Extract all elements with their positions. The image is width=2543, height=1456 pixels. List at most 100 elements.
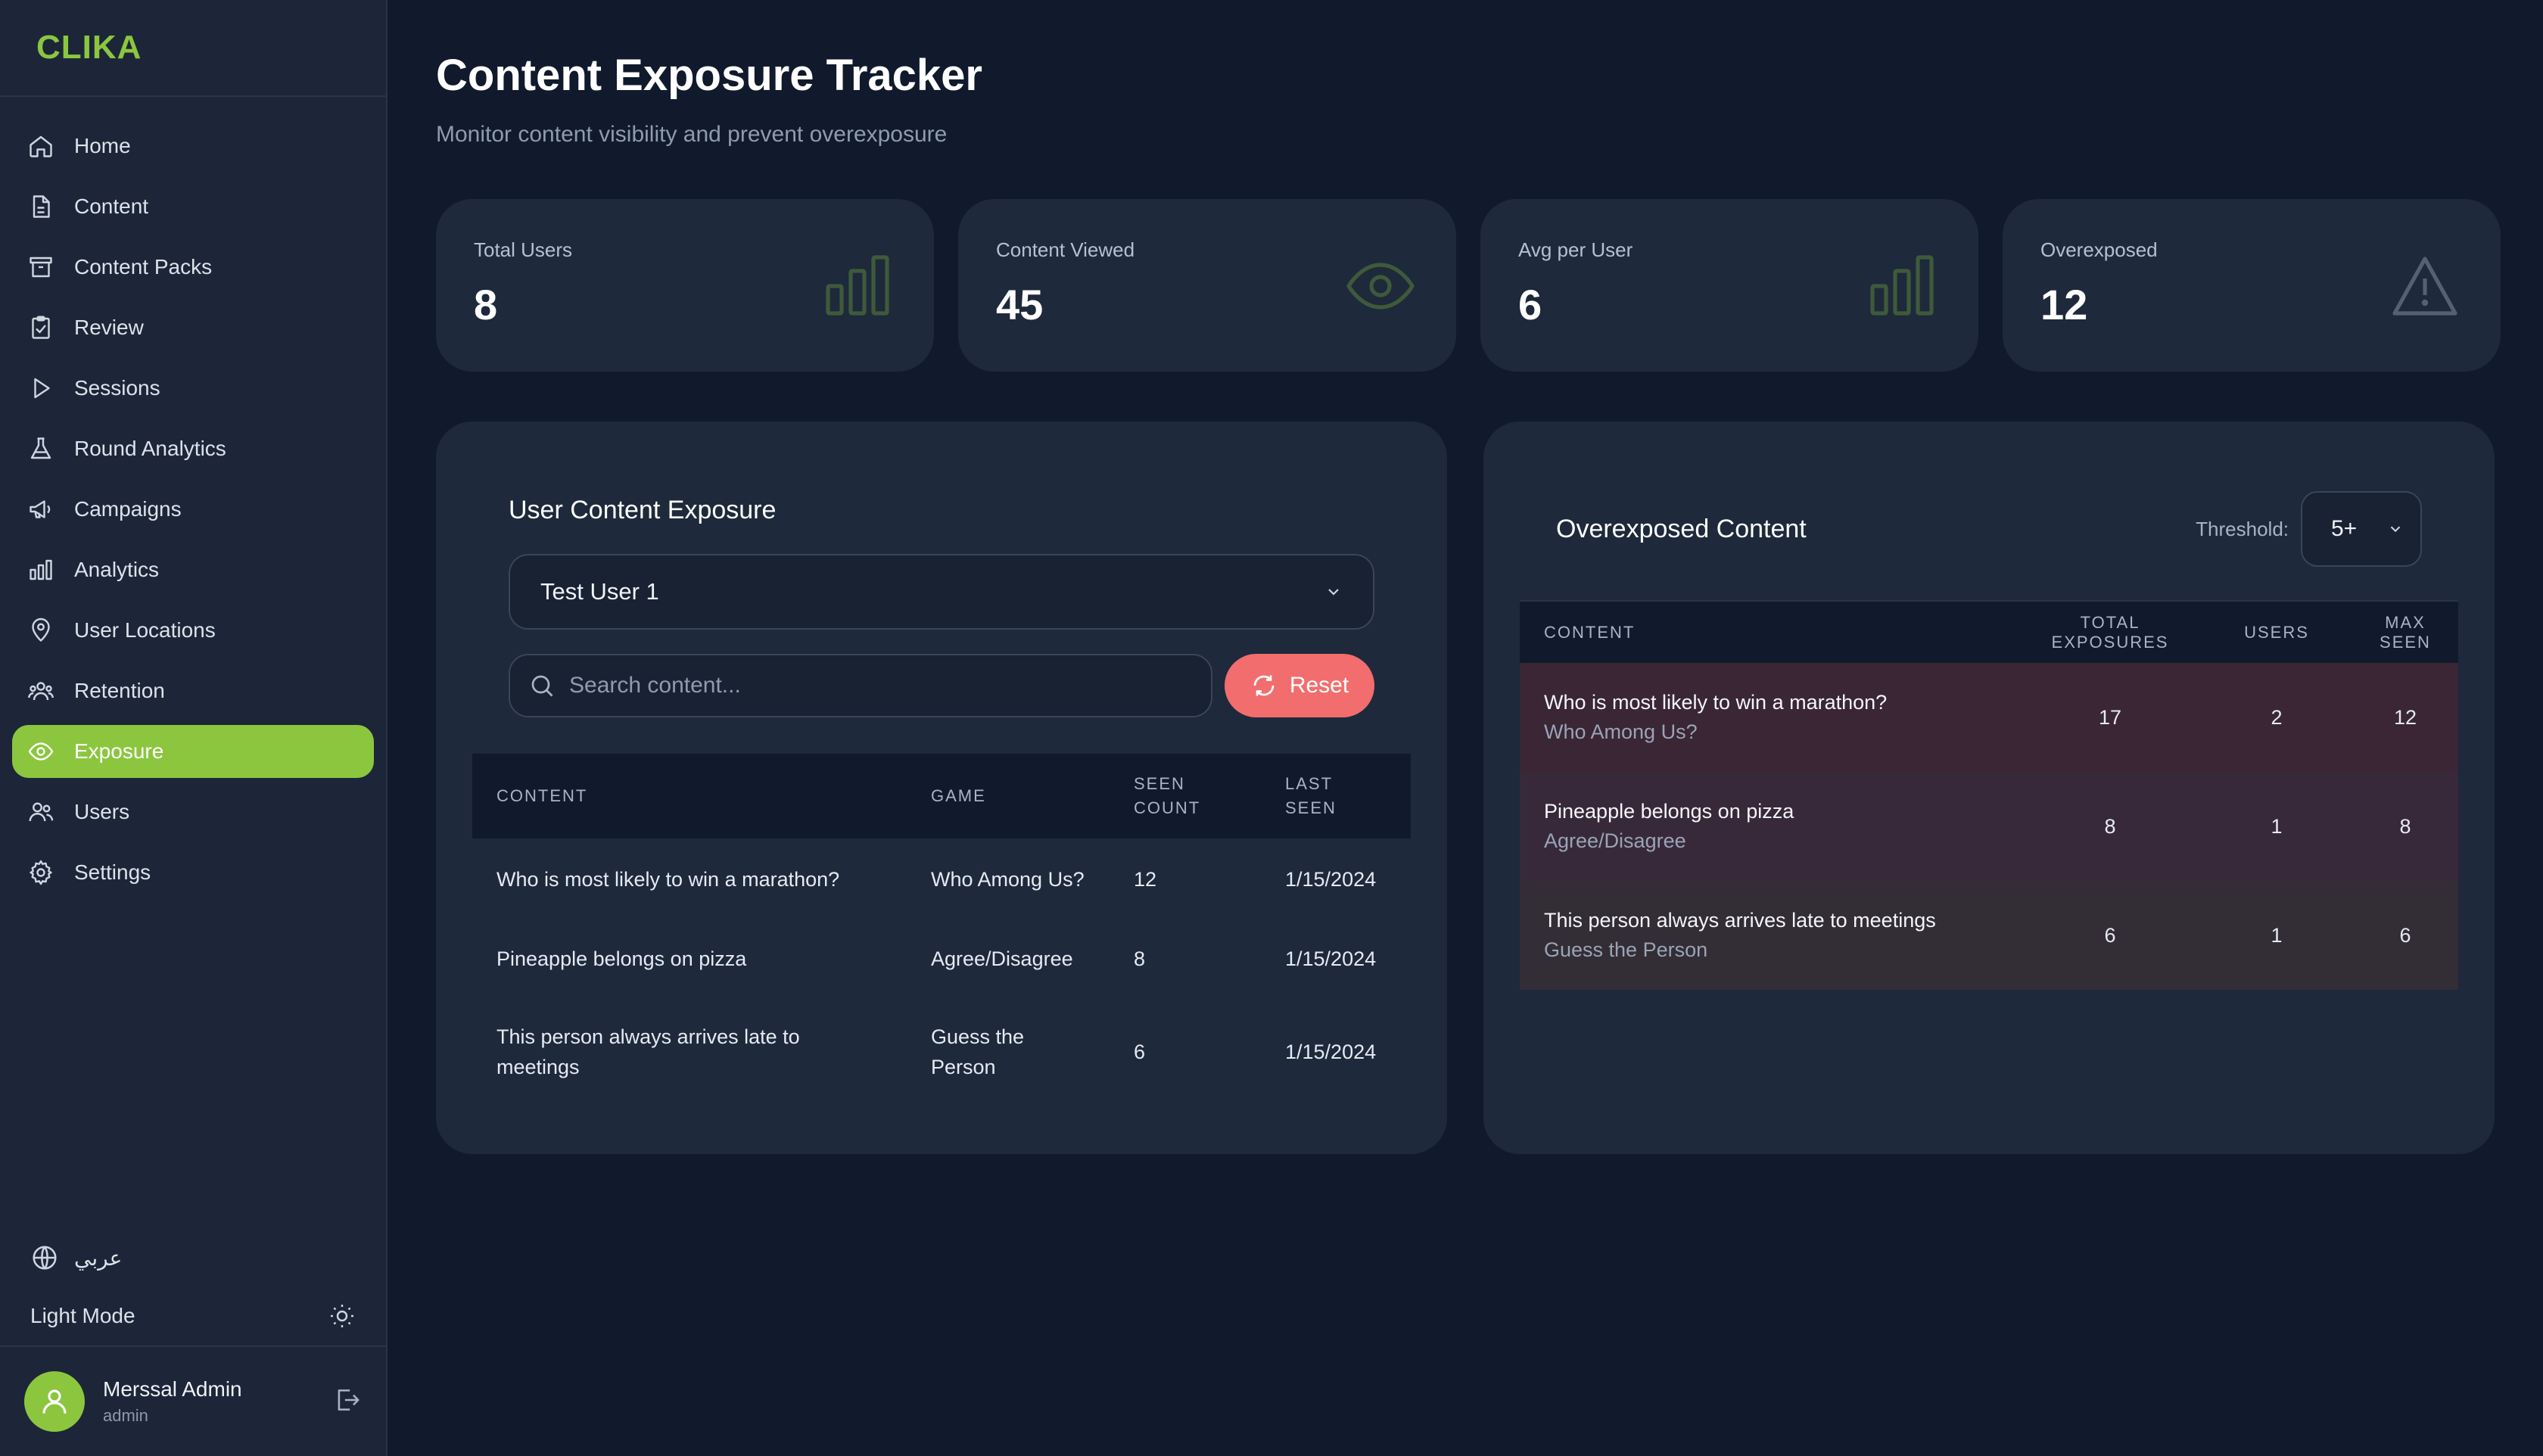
- sidebar-item-content-packs[interactable]: Content Packs: [12, 241, 374, 294]
- cell-last-seen: 1/15/2024: [1285, 1041, 1377, 1063]
- archive-icon: [26, 252, 56, 282]
- user-select[interactable]: Test User 1: [509, 554, 1374, 630]
- column-header-users[interactable]: USERS: [2201, 600, 2352, 663]
- flask-icon: [26, 434, 56, 464]
- cell-game: Who Among Us?: [931, 868, 1085, 891]
- sidebar-item-label: Campaigns: [74, 497, 182, 521]
- refresh-icon: [1253, 675, 1275, 696]
- page-title: Content Exposure Tracker: [436, 51, 982, 100]
- overexposed-table: CONTENT TOTAL EXPOSURES USERS MAX SEEN W…: [1520, 600, 2458, 990]
- threshold-label: Threshold:: [2196, 517, 2289, 540]
- column-header-game[interactable]: GAME: [907, 754, 1110, 838]
- table-row[interactable]: This person always arrives late to meeti…: [1520, 881, 2458, 990]
- threshold-select[interactable]: 5+: [2301, 491, 2422, 567]
- panels-row: User Content Exposure Test User 1 Search…: [436, 422, 2507, 1154]
- column-header-total-exposures[interactable]: TOTAL EXPOSURES: [2019, 600, 2201, 663]
- cell-total: 6: [2104, 923, 2116, 947]
- page-subtitle: Monitor content visibility and prevent o…: [436, 122, 948, 147]
- cell-max-seen: 12: [2393, 705, 2417, 729]
- content-game: Agree/Disagree: [1544, 829, 1686, 852]
- sidebar-item-label: User Locations: [74, 618, 216, 642]
- sidebar-nav: Home Content Content Packs Review Sessio…: [0, 97, 386, 907]
- cell-users: 2: [2271, 705, 2283, 729]
- user-exposure-panel: User Content Exposure Test User 1 Search…: [436, 422, 1447, 1154]
- table-row[interactable]: Pineapple belongs on pizza Agree/Disagre…: [472, 920, 1411, 997]
- sidebar-item-label: Settings: [74, 860, 151, 884]
- gear-icon: [26, 857, 56, 888]
- sun-icon: [331, 1305, 353, 1327]
- user-select-value: Test User 1: [540, 578, 659, 605]
- theme-toggle[interactable]: Light Mode: [0, 1286, 386, 1347]
- content-text: Who is most likely to win a marathon?: [1544, 691, 1888, 714]
- cell-seen-count: 8: [1134, 947, 1146, 970]
- cell-max-seen: 6: [2399, 923, 2411, 947]
- language-toggle[interactable]: عربي: [0, 1229, 386, 1286]
- logout-button[interactable]: [333, 1386, 362, 1418]
- main-content: Content Exposure Tracker Monitor content…: [388, 0, 2543, 1456]
- cell-content: This person always arrives late to meeti…: [1520, 881, 2019, 990]
- sidebar-item-content[interactable]: Content: [12, 180, 374, 233]
- stats-row: Total Users 8 Content Viewed 45 Avg per …: [436, 199, 2507, 372]
- sidebar-item-label: Review: [74, 316, 144, 339]
- column-header-max-seen[interactable]: MAX SEEN: [2352, 600, 2458, 663]
- content-game: Who Among Us?: [1544, 720, 1698, 743]
- sidebar-item-campaigns[interactable]: Campaigns: [12, 483, 374, 536]
- clipboard-icon: [26, 313, 56, 343]
- cell-seen-count: 12: [1134, 868, 1157, 891]
- sidebar-item-retention[interactable]: Retention: [12, 664, 374, 717]
- table-row[interactable]: Who is most likely to win a marathon? Wh…: [1520, 663, 2458, 772]
- content-game: Guess the Person: [1544, 938, 1708, 961]
- search-row: Search content... Reset: [509, 654, 1374, 717]
- users-icon: [26, 797, 56, 827]
- column-header-content[interactable]: CONTENT: [472, 754, 907, 838]
- sidebar-item-label: Exposure: [74, 739, 164, 763]
- sidebar-item-users[interactable]: Users: [12, 786, 374, 838]
- reset-label: Reset: [1289, 673, 1349, 698]
- table-row[interactable]: Pineapple belongs on pizza Agree/Disagre…: [1520, 772, 2458, 881]
- cell-content: Who is most likely to win a marathon? Wh…: [1520, 663, 2019, 772]
- brand-logo[interactable]: CLIKA: [0, 0, 386, 97]
- sidebar-item-analytics[interactable]: Analytics: [12, 543, 374, 596]
- cell-content: Who is most likely to win a marathon?: [496, 868, 840, 891]
- sidebar-item-label: Round Analytics: [74, 437, 226, 460]
- sidebar-item-label: Content Packs: [74, 255, 213, 278]
- cell-seen-count: 6: [1134, 1041, 1146, 1063]
- cell-game: Agree/Disagree: [931, 947, 1073, 970]
- sidebar-item-user-locations[interactable]: User Locations: [12, 604, 374, 657]
- eye-icon: [1346, 263, 1415, 310]
- column-header-seen-count[interactable]: SEEN COUNT: [1110, 754, 1261, 838]
- bar-chart-icon: [826, 255, 889, 316]
- panel-title: User Content Exposure: [509, 496, 777, 524]
- language-label: عربي: [74, 1246, 123, 1270]
- globe-icon: [33, 1246, 57, 1270]
- cell-users: 1: [2271, 923, 2283, 947]
- panel-header: Overexposed Content Threshold: 5+: [1520, 491, 2458, 567]
- column-header-last-seen[interactable]: LAST SEEN: [1261, 754, 1411, 838]
- search-input[interactable]: Search content...: [509, 654, 1212, 717]
- reset-button[interactable]: Reset: [1225, 654, 1374, 717]
- users-group-icon: [26, 676, 56, 706]
- panel-title: Overexposed Content: [1556, 514, 1807, 543]
- sidebar-item-home[interactable]: Home: [12, 120, 374, 173]
- search-icon: [531, 675, 553, 697]
- sidebar-item-round-analytics[interactable]: Round Analytics: [12, 422, 374, 475]
- sidebar-item-sessions[interactable]: Sessions: [12, 362, 374, 415]
- cell-last-seen: 1/15/2024: [1285, 947, 1377, 970]
- warning-icon: [2392, 257, 2457, 316]
- table-header-row: CONTENT GAME SEEN COUNT LAST SEEN: [472, 754, 1411, 838]
- column-header-content[interactable]: CONTENT: [1520, 600, 2019, 663]
- threshold-control: Threshold: 5+: [2196, 491, 2422, 567]
- user-exposure-table: CONTENT GAME SEEN COUNT LAST SEEN Who is…: [472, 754, 1411, 1106]
- sidebar-item-exposure[interactable]: Exposure: [12, 725, 374, 778]
- megaphone-icon: [26, 494, 56, 524]
- sidebar-item-settings[interactable]: Settings: [12, 846, 374, 899]
- sidebar-item-review[interactable]: Review: [12, 301, 374, 354]
- sidebar-item-label: Retention: [74, 679, 165, 702]
- table-row[interactable]: This person always arrives late to meeti…: [472, 997, 1411, 1106]
- avatar[interactable]: [24, 1371, 85, 1432]
- table-row[interactable]: Who is most likely to win a marathon? Wh…: [472, 838, 1411, 920]
- document-icon: [26, 191, 56, 222]
- content-text: This person always arrives late to meeti…: [1544, 909, 1936, 932]
- stat-card-content-viewed: Content Viewed 45: [958, 199, 1456, 372]
- cell-content: Pineapple belongs on pizza: [496, 947, 747, 970]
